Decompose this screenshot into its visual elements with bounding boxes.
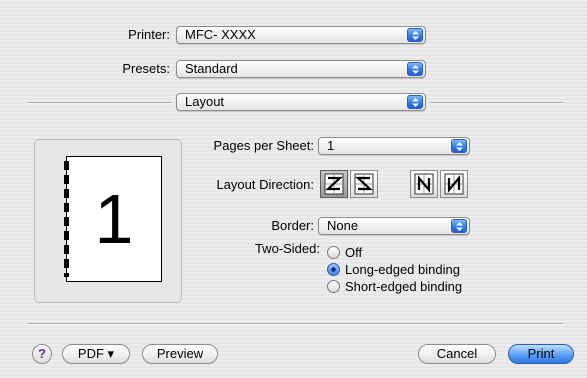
printer-label: Printer: — [128, 27, 170, 42]
border-value: None — [327, 218, 359, 233]
popup-stepper-icon — [451, 139, 467, 153]
panel-value: Layout — [185, 94, 225, 109]
pages-per-sheet-popup[interactable]: 1 — [318, 137, 470, 155]
two-sided-label: Two-Sided: — [254, 241, 320, 256]
direction-reverse-s-button[interactable] — [350, 170, 378, 198]
z-order-icon — [324, 173, 344, 195]
cancel-button[interactable]: Cancel — [418, 344, 496, 364]
panel-popup[interactable]: Layout — [176, 93, 426, 111]
preview-page: 1 — [64, 156, 162, 282]
s-order-icon — [354, 173, 374, 195]
popup-stepper-icon — [407, 95, 423, 109]
two-sided-short-edge-label[interactable]: Short-edged binding — [345, 279, 462, 294]
border-label: Border: — [271, 218, 314, 233]
reverse-n-order-icon — [414, 173, 434, 195]
direction-reverse-n-button[interactable] — [410, 170, 438, 198]
presets-label: Presets: — [122, 61, 170, 76]
pages-per-sheet-label: Pages per Sheet: — [213, 138, 314, 153]
printer-popup[interactable]: MFC- XXXX — [176, 26, 426, 44]
preview-button[interactable]: Preview — [142, 344, 218, 364]
print-button[interactable]: Print — [508, 344, 574, 364]
popup-stepper-icon — [407, 62, 423, 76]
presets-value: Standard — [185, 61, 238, 76]
direction-n-button[interactable] — [440, 170, 468, 198]
two-sided-long-edge-label[interactable]: Long-edged binding — [345, 262, 460, 277]
layout-direction-label: Layout Direction: — [216, 177, 314, 192]
two-sided-off-label[interactable]: Off — [345, 245, 362, 260]
footer-separator — [28, 323, 563, 325]
help-button[interactable]: ? — [32, 344, 52, 364]
two-sided-short-edge-radio[interactable] — [327, 280, 340, 293]
border-popup[interactable]: None — [318, 217, 470, 235]
presets-popup[interactable]: Standard — [176, 60, 426, 78]
two-sided-off-radio[interactable] — [327, 246, 340, 259]
preview-page-number: 1 — [94, 180, 134, 258]
two-sided-long-edge-radio[interactable] — [327, 263, 340, 276]
pdf-button[interactable]: PDF ▾ — [62, 344, 130, 364]
popup-stepper-icon — [407, 28, 423, 42]
direction-z-button[interactable] — [320, 170, 348, 198]
pages-per-sheet-value: 1 — [327, 138, 335, 153]
popup-stepper-icon — [451, 219, 467, 233]
separator-right — [430, 102, 563, 104]
n-order-icon — [444, 173, 464, 195]
printer-value: MFC- XXXX — [185, 27, 256, 42]
separator-left — [28, 102, 172, 104]
